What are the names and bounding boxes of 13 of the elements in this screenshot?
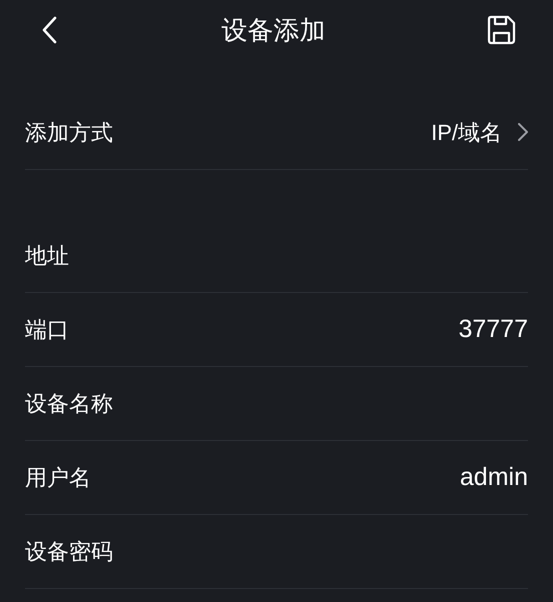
back-icon (41, 16, 57, 44)
field-label: 地址 (25, 242, 69, 270)
method-selector[interactable]: IP/域名 (431, 116, 528, 148)
input-field[interactable]: admin (228, 458, 528, 496)
field-label: 添加方式 (25, 118, 113, 146)
page-title: 设备添加 (222, 14, 326, 46)
chevron-right-icon (518, 123, 528, 141)
field-label: 用户名 (25, 464, 91, 492)
field-label: 端口 (25, 316, 69, 344)
save-button[interactable] (485, 14, 517, 46)
field-label: 设备密码 (25, 538, 113, 566)
input-field[interactable]: 37777 (228, 310, 528, 348)
field-label: 设备名称 (25, 390, 113, 418)
